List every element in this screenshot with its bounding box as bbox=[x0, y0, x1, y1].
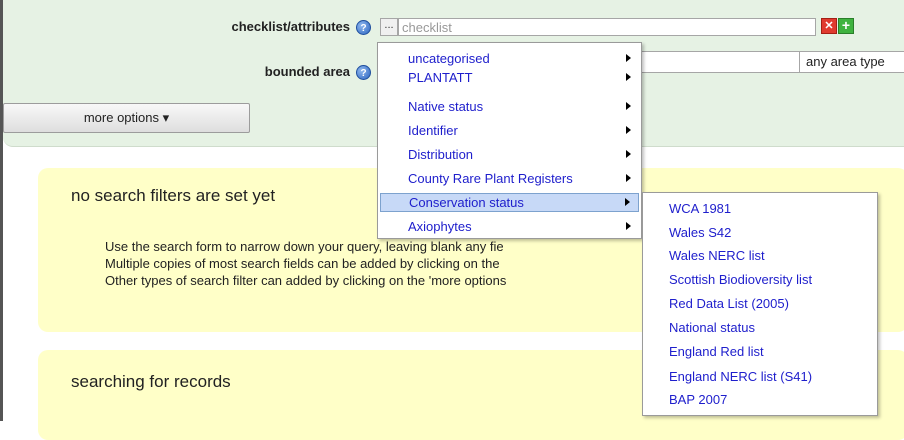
menu-item-label: County Rare Plant Registers bbox=[408, 171, 573, 186]
submenu-item-wca-1981[interactable]: WCA 1981 bbox=[669, 199, 731, 218]
submenu-arrow-icon bbox=[626, 73, 631, 81]
menu-item-conservation-status[interactable]: Conservation status bbox=[380, 193, 639, 212]
menu-item-label: Native status bbox=[408, 99, 484, 114]
submenu-arrow-icon bbox=[626, 126, 631, 134]
submenu-item-red-data-list-2005[interactable]: Red Data List (2005) bbox=[669, 294, 789, 313]
menu-item-label: Identifier bbox=[408, 123, 458, 138]
submenu-item-scottish-biodiversity-list[interactable]: Scottish Biodioversity list bbox=[669, 270, 812, 289]
menu-item-identifier[interactable]: Identifier bbox=[380, 121, 639, 140]
checklist-dropdown-menu: uncategorised PLANTATT Native status Ide… bbox=[377, 42, 642, 239]
checklist-input[interactable] bbox=[398, 18, 816, 36]
submenu-arrow-icon bbox=[626, 54, 631, 62]
conservation-status-submenu: WCA 1981 Wales S42 Wales NERC list Scott… bbox=[642, 192, 878, 416]
menu-item-plantatt[interactable]: PLANTATT bbox=[380, 68, 639, 87]
records-heading: searching for records bbox=[71, 372, 231, 391]
menu-item-label: Axiophytes bbox=[408, 219, 472, 234]
submenu-item-england-red-list[interactable]: England Red list bbox=[669, 342, 764, 361]
submenu-item-wales-nerc-list[interactable]: Wales NERC list bbox=[669, 246, 765, 265]
bounded-area-input[interactable] bbox=[640, 51, 800, 73]
add-icon[interactable]: + bbox=[838, 18, 854, 34]
more-options-button[interactable]: more options ▾ bbox=[3, 103, 250, 133]
help-text-line: Use the search form to narrow down your … bbox=[105, 239, 504, 254]
area-type-select[interactable]: any area type bbox=[799, 51, 904, 73]
submenu-arrow-icon bbox=[625, 198, 630, 206]
menu-item-county-rare-plant-registers[interactable]: County Rare Plant Registers bbox=[380, 169, 639, 188]
help-text-line: Other types of search filter can added b… bbox=[105, 273, 507, 288]
submenu-item-bap-2007[interactable]: BAP 2007 bbox=[669, 390, 727, 409]
menu-item-native-status[interactable]: Native status bbox=[380, 97, 639, 116]
checklist-attributes-label: checklist/attributes bbox=[231, 19, 351, 34]
bounded-area-label: bounded area bbox=[264, 64, 350, 79]
submenu-item-england-nerc-list-s41[interactable]: England NERC list (S41) bbox=[669, 367, 812, 386]
help-icon[interactable]: ? bbox=[356, 65, 371, 80]
no-filters-heading: no search filters are set yet bbox=[71, 186, 276, 205]
submenu-item-wales-s42[interactable]: Wales S42 bbox=[669, 223, 731, 242]
menu-item-label: Conservation status bbox=[409, 195, 524, 210]
checklist-browse-button[interactable]: ... bbox=[380, 18, 398, 36]
menu-item-label: Distribution bbox=[408, 147, 474, 162]
submenu-arrow-icon bbox=[626, 102, 631, 110]
submenu-arrow-icon bbox=[626, 222, 631, 230]
menu-item-uncategorised[interactable]: uncategorised bbox=[380, 49, 639, 68]
help-text-line: Multiple copies of most search fields ca… bbox=[105, 256, 500, 271]
remove-icon[interactable]: ✕ bbox=[821, 18, 837, 34]
submenu-item-national-status[interactable]: National status bbox=[669, 318, 755, 337]
submenu-arrow-icon bbox=[626, 174, 631, 182]
submenu-arrow-icon bbox=[626, 150, 631, 158]
menu-item-axiophytes[interactable]: Axiophytes bbox=[380, 217, 639, 236]
help-icon[interactable]: ? bbox=[356, 20, 371, 35]
menu-item-label: uncategorised bbox=[408, 51, 490, 66]
menu-item-label: PLANTATT bbox=[408, 70, 473, 85]
menu-item-distribution[interactable]: Distribution bbox=[380, 145, 639, 164]
